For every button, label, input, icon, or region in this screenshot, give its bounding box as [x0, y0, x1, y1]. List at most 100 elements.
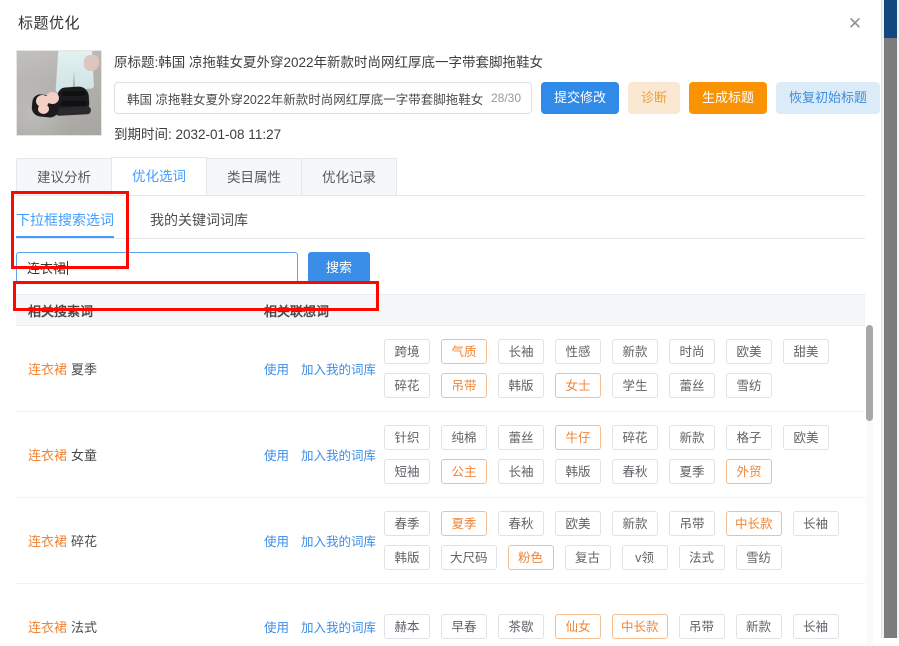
page-scrollbar-thumb-top[interactable] — [884, 0, 897, 38]
title-optimization-dialog: 标题优化 ✕ 原标题:韩国 凉拖鞋女夏外穿2022年新款时尚网红厚底一字带套脚拖… — [0, 0, 881, 645]
search-input[interactable]: 连衣裙 — [16, 252, 298, 283]
suggestion-tag[interactable]: 跨境 — [384, 339, 430, 364]
restore-title-button[interactable]: 恢复初始标题 — [776, 82, 881, 114]
page-scrollbar[interactable] — [881, 0, 899, 638]
suggestion-tag[interactable]: 吊带 — [441, 373, 487, 398]
row-actions: 使用 加入我的词库 — [264, 531, 384, 550]
row-tag-list: 赫本 早春 茶歇 仙女 中长款 吊带 新款 长袖 — [384, 606, 865, 646]
add-to-bank-link[interactable]: 加入我的词库 — [301, 531, 376, 550]
suggestion-tag[interactable]: 茶歇 — [498, 614, 544, 639]
suggestion-tag[interactable]: 中长款 — [612, 614, 668, 639]
suggestion-tag[interactable]: 中长款 — [726, 511, 782, 536]
suggestion-tag[interactable]: 雪纺 — [735, 545, 782, 570]
use-keyword-link[interactable]: 使用 — [264, 359, 289, 378]
suggestion-tag[interactable]: 短袖 — [384, 459, 430, 484]
expire-time: 到期时间: 2032-01-08 11:27 — [114, 127, 282, 142]
suggestion-tag[interactable]: 韩版 — [384, 545, 430, 570]
suggestion-tag[interactable]: 新款 — [669, 425, 715, 450]
suggestion-tag[interactable]: 法式 — [678, 545, 725, 570]
suggestion-tag[interactable]: 春秋 — [498, 511, 544, 536]
use-keyword-link[interactable]: 使用 — [264, 617, 289, 636]
suggestion-tag[interactable]: 欧美 — [783, 425, 829, 450]
diagnose-button[interactable]: 诊断 — [628, 82, 681, 114]
row-keyword: 连衣裙 碎花 — [16, 531, 264, 550]
row-keyword-rest: 女童 — [71, 448, 98, 463]
search-button[interactable]: 搜索 — [308, 252, 370, 283]
page-scrollbar-thumb[interactable] — [884, 38, 897, 638]
suggestion-tag[interactable]: 格子 — [726, 425, 772, 450]
suggestion-tag[interactable]: 粉色 — [507, 545, 554, 570]
suggestion-tag[interactable]: 新款 — [612, 511, 658, 536]
suggestion-tag[interactable]: 纯棉 — [441, 425, 487, 450]
suggestion-tag[interactable]: 欧美 — [555, 511, 601, 536]
text-caret — [67, 260, 69, 275]
row-tag-list: 春季 夏季 春秋 欧美 新款 吊带 中长款 长袖韩版 大尺码 粉色 复古 v领 法式 雪纺 — [384, 503, 865, 578]
suggestion-tag[interactable]: 长袖 — [792, 614, 839, 639]
suggestion-tag[interactable]: 新款 — [735, 614, 782, 639]
tab-optimize-words[interactable]: 优化选词 — [111, 157, 207, 195]
suggestion-tag[interactable]: 长袖 — [498, 339, 544, 364]
suggestion-tag[interactable]: 韩版 — [498, 373, 544, 398]
suggestion-tag[interactable]: 性感 — [555, 339, 601, 364]
suggestion-tag[interactable]: 蕾丝 — [498, 425, 544, 450]
suggestion-tag[interactable]: 仙女 — [555, 614, 601, 639]
suggestion-tag[interactable]: 夏季 — [441, 511, 487, 536]
suggestion-tag[interactable]: 蕾丝 — [669, 373, 715, 398]
suggestion-tag[interactable]: 甜美 — [783, 339, 829, 364]
suggestion-tag[interactable]: v领 — [621, 545, 668, 570]
list-scrollbar-thumb[interactable] — [866, 325, 873, 421]
product-section: 原标题:韩国 凉拖鞋女夏外穿2022年新款时尚网红厚底一字带套脚拖鞋女 韩国 凉… — [0, 42, 881, 143]
suggestion-tag[interactable]: 碎花 — [384, 373, 430, 398]
suggestion-tag[interactable]: 春秋 — [612, 459, 658, 484]
tab-category-attributes[interactable]: 类目属性 — [206, 158, 302, 195]
suggestion-tag[interactable]: 大尺码 — [441, 545, 497, 570]
results-table: 相关搜索词 相关联想词 连衣裙 夏季 使用 加入我的词库 跨境 气质 长袖 性感 新款 时尚 欧美… — [16, 294, 873, 646]
suggestion-tag[interactable]: 外贸 — [726, 459, 772, 484]
suggestion-tag[interactable]: 夏季 — [669, 459, 715, 484]
row-keyword: 连衣裙 法式 — [16, 617, 264, 636]
suggestion-tag[interactable]: 雪纺 — [726, 373, 772, 398]
suggestion-tag[interactable]: 针织 — [384, 425, 430, 450]
suggestion-tag[interactable]: 学生 — [612, 373, 658, 398]
suggestion-tag[interactable]: 气质 — [441, 339, 487, 364]
suggestion-tag[interactable]: 复古 — [564, 545, 611, 570]
add-to-bank-link[interactable]: 加入我的词库 — [301, 359, 376, 378]
suggestion-tag[interactable]: 长袖 — [498, 459, 544, 484]
table-row: 连衣裙 夏季 使用 加入我的词库 跨境 气质 长袖 性感 新款 时尚 欧美 甜美 碎花 吊带 韩版 女士 学生… — [16, 326, 865, 412]
suggestion-tag[interactable]: 春季 — [384, 511, 430, 536]
row-actions: 使用 加入我的词库 — [264, 617, 384, 636]
generate-title-button[interactable]: 生成标题 — [689, 82, 768, 114]
use-keyword-link[interactable]: 使用 — [264, 445, 289, 464]
title-input[interactable]: 韩国 凉拖鞋女夏外穿2022年新款时尚网红厚底一字带套脚拖鞋女 28/30 — [114, 82, 532, 114]
table-body[interactable]: 连衣裙 夏季 使用 加入我的词库 跨境 气质 长袖 性感 新款 时尚 欧美 甜美 碎花 吊带 韩版 女士 学生… — [16, 326, 865, 646]
search-row: 连衣裙 搜索 — [16, 252, 865, 283]
suggestion-tag[interactable]: 赫本 — [384, 614, 430, 639]
subtab-my-keyword-bank[interactable]: 我的关键词词库 — [150, 197, 248, 238]
subtab-dropdown-search[interactable]: 下拉框搜索选词 — [16, 197, 114, 238]
suggestion-tag[interactable]: 长袖 — [792, 511, 839, 536]
suggestion-tag[interactable]: 早春 — [441, 614, 487, 639]
close-icon[interactable]: ✕ — [845, 14, 865, 34]
suggestion-tag[interactable]: 吊带 — [678, 614, 725, 639]
submit-changes-button[interactable]: 提交修改 — [541, 82, 620, 114]
use-keyword-link[interactable]: 使用 — [264, 531, 289, 550]
row-keyword-rest: 碎花 — [71, 534, 98, 549]
sub-tab-bar: 下拉框搜索选词 我的关键词词库 — [16, 196, 865, 239]
list-scrollbar[interactable] — [866, 325, 873, 645]
suggestion-tag[interactable]: 韩版 — [555, 459, 601, 484]
page-title: 标题优化 — [18, 15, 81, 32]
suggestion-tag[interactable]: 女士 — [555, 373, 601, 398]
suggestion-tag[interactable]: 时尚 — [669, 339, 715, 364]
table-row: 连衣裙 女童 使用 加入我的词库 针织 纯棉 蕾丝 牛仔 碎花 新款 格子 欧美 短袖 公主 长袖 韩版 春秋… — [16, 412, 865, 498]
row-keyword-rest: 法式 — [71, 620, 98, 635]
suggestion-tag[interactable]: 公主 — [441, 459, 487, 484]
add-to-bank-link[interactable]: 加入我的词库 — [301, 445, 376, 464]
suggestion-tag[interactable]: 牛仔 — [555, 425, 601, 450]
tab-optimize-records[interactable]: 优化记录 — [301, 158, 397, 195]
suggestion-tag[interactable]: 欧美 — [726, 339, 772, 364]
add-to-bank-link[interactable]: 加入我的词库 — [301, 617, 376, 636]
tab-suggestion-analysis[interactable]: 建议分析 — [16, 158, 112, 195]
suggestion-tag[interactable]: 吊带 — [669, 511, 715, 536]
suggestion-tag[interactable]: 碎花 — [612, 425, 658, 450]
suggestion-tag[interactable]: 新款 — [612, 339, 658, 364]
